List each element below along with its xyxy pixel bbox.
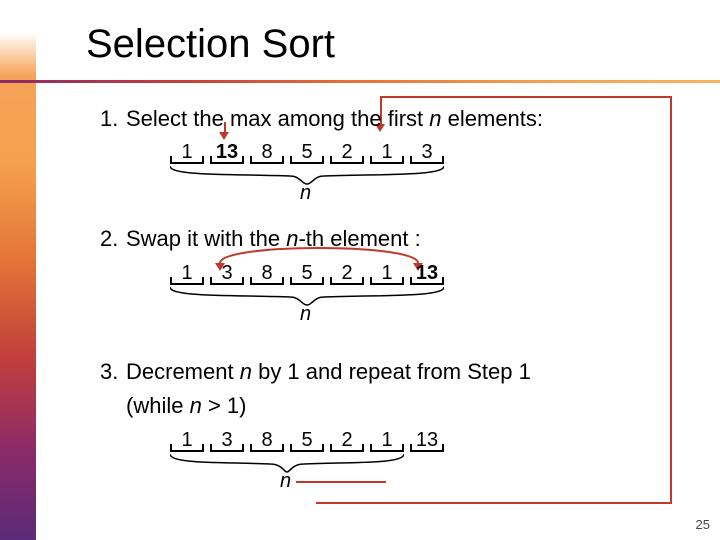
step-1-number: 1. bbox=[100, 106, 126, 132]
cell: 13 bbox=[410, 428, 444, 452]
cell-value: 2 bbox=[341, 141, 352, 163]
cell-value: 8 bbox=[261, 429, 272, 451]
cell: 5 bbox=[290, 428, 324, 452]
cell-value: 5 bbox=[301, 262, 312, 284]
step-3-n1: n bbox=[240, 359, 252, 384]
step-3: 3.Decrement n by 1 and repeat from Step … bbox=[100, 359, 660, 385]
step-3-text-a: Decrement bbox=[126, 359, 240, 384]
step-1: 1.Select the max among the first n eleme… bbox=[100, 106, 660, 132]
cell-value: 2 bbox=[341, 429, 352, 451]
cell-value: 13 bbox=[416, 429, 438, 451]
cell: 1 bbox=[170, 428, 204, 452]
cell-value: 1 bbox=[381, 262, 392, 284]
array-row-1: 1 13 8 5 2 1 3 n bbox=[170, 140, 660, 200]
title-underline bbox=[0, 80, 720, 83]
cell-value: 1 bbox=[181, 429, 192, 451]
cell: 1 bbox=[370, 140, 404, 164]
cell-value: 5 bbox=[301, 429, 312, 451]
n-label: n bbox=[300, 303, 311, 326]
step-1-text-b: elements: bbox=[442, 106, 544, 131]
cell-value: 8 bbox=[261, 262, 272, 284]
cell: 1 bbox=[170, 261, 204, 285]
cell: 3 bbox=[410, 140, 444, 164]
cell: 8 bbox=[250, 261, 284, 285]
slide-title: Selection Sort bbox=[86, 22, 335, 67]
cells-row-1: 1 13 8 5 2 1 3 bbox=[170, 140, 660, 164]
step-1-text-a: Select the max among the first bbox=[126, 106, 429, 131]
cell-value: 1 bbox=[181, 262, 192, 284]
n-label: n bbox=[300, 182, 311, 205]
cell-value: 1 bbox=[381, 429, 392, 451]
cell: 3 bbox=[210, 428, 244, 452]
cell: 8 bbox=[250, 140, 284, 164]
step-3-text-b: by 1 and repeat from Step 1 bbox=[252, 359, 531, 384]
cell: 2 bbox=[330, 261, 364, 285]
brace-row-3: n bbox=[170, 454, 404, 481]
cell: 1 bbox=[370, 261, 404, 285]
cell: 5 bbox=[290, 140, 324, 164]
page-number: 25 bbox=[696, 517, 710, 532]
brace-row-2: n bbox=[170, 287, 444, 314]
step-2-number: 2. bbox=[100, 226, 126, 252]
cell: 5 bbox=[290, 261, 324, 285]
step-3-number: 3. bbox=[100, 359, 126, 385]
n-label: n bbox=[280, 470, 291, 493]
cell-value: 13 bbox=[416, 262, 438, 284]
cell-value: 3 bbox=[221, 262, 232, 284]
brace-row-1: n bbox=[170, 166, 444, 193]
cell: 1 bbox=[170, 140, 204, 164]
cell-value: 13 bbox=[216, 141, 238, 163]
cell: 3 bbox=[210, 261, 244, 285]
cell-value: 1 bbox=[181, 141, 192, 163]
cells-row-3: 1 3 8 5 2 1 13 bbox=[170, 428, 660, 452]
array-row-2: 1 3 8 5 2 1 13 n bbox=[170, 261, 660, 341]
cell: 8 bbox=[250, 428, 284, 452]
cell-value: 3 bbox=[421, 141, 432, 163]
cell: 13 bbox=[410, 261, 444, 285]
step-3-n2: n bbox=[190, 393, 202, 418]
cell: 1 bbox=[370, 428, 404, 452]
cell-value: 1 bbox=[381, 141, 392, 163]
step-3-continuation: (while n > 1) bbox=[100, 393, 660, 419]
cell-value: 8 bbox=[261, 141, 272, 163]
step-3-cont-b: > 1) bbox=[202, 393, 247, 418]
cell: 13 bbox=[210, 140, 244, 164]
cell-value: 5 bbox=[301, 141, 312, 163]
cell: 2 bbox=[330, 140, 364, 164]
cell-value: 3 bbox=[221, 429, 232, 451]
array-row-3: 1 3 8 5 2 1 13 n bbox=[170, 428, 660, 496]
cells-row-2: 1 3 8 5 2 1 13 bbox=[170, 261, 660, 285]
step-1-n: n bbox=[429, 106, 441, 131]
cell-value: 2 bbox=[341, 262, 352, 284]
step-3-cont-a: (while bbox=[126, 393, 190, 418]
cell: 2 bbox=[330, 428, 364, 452]
